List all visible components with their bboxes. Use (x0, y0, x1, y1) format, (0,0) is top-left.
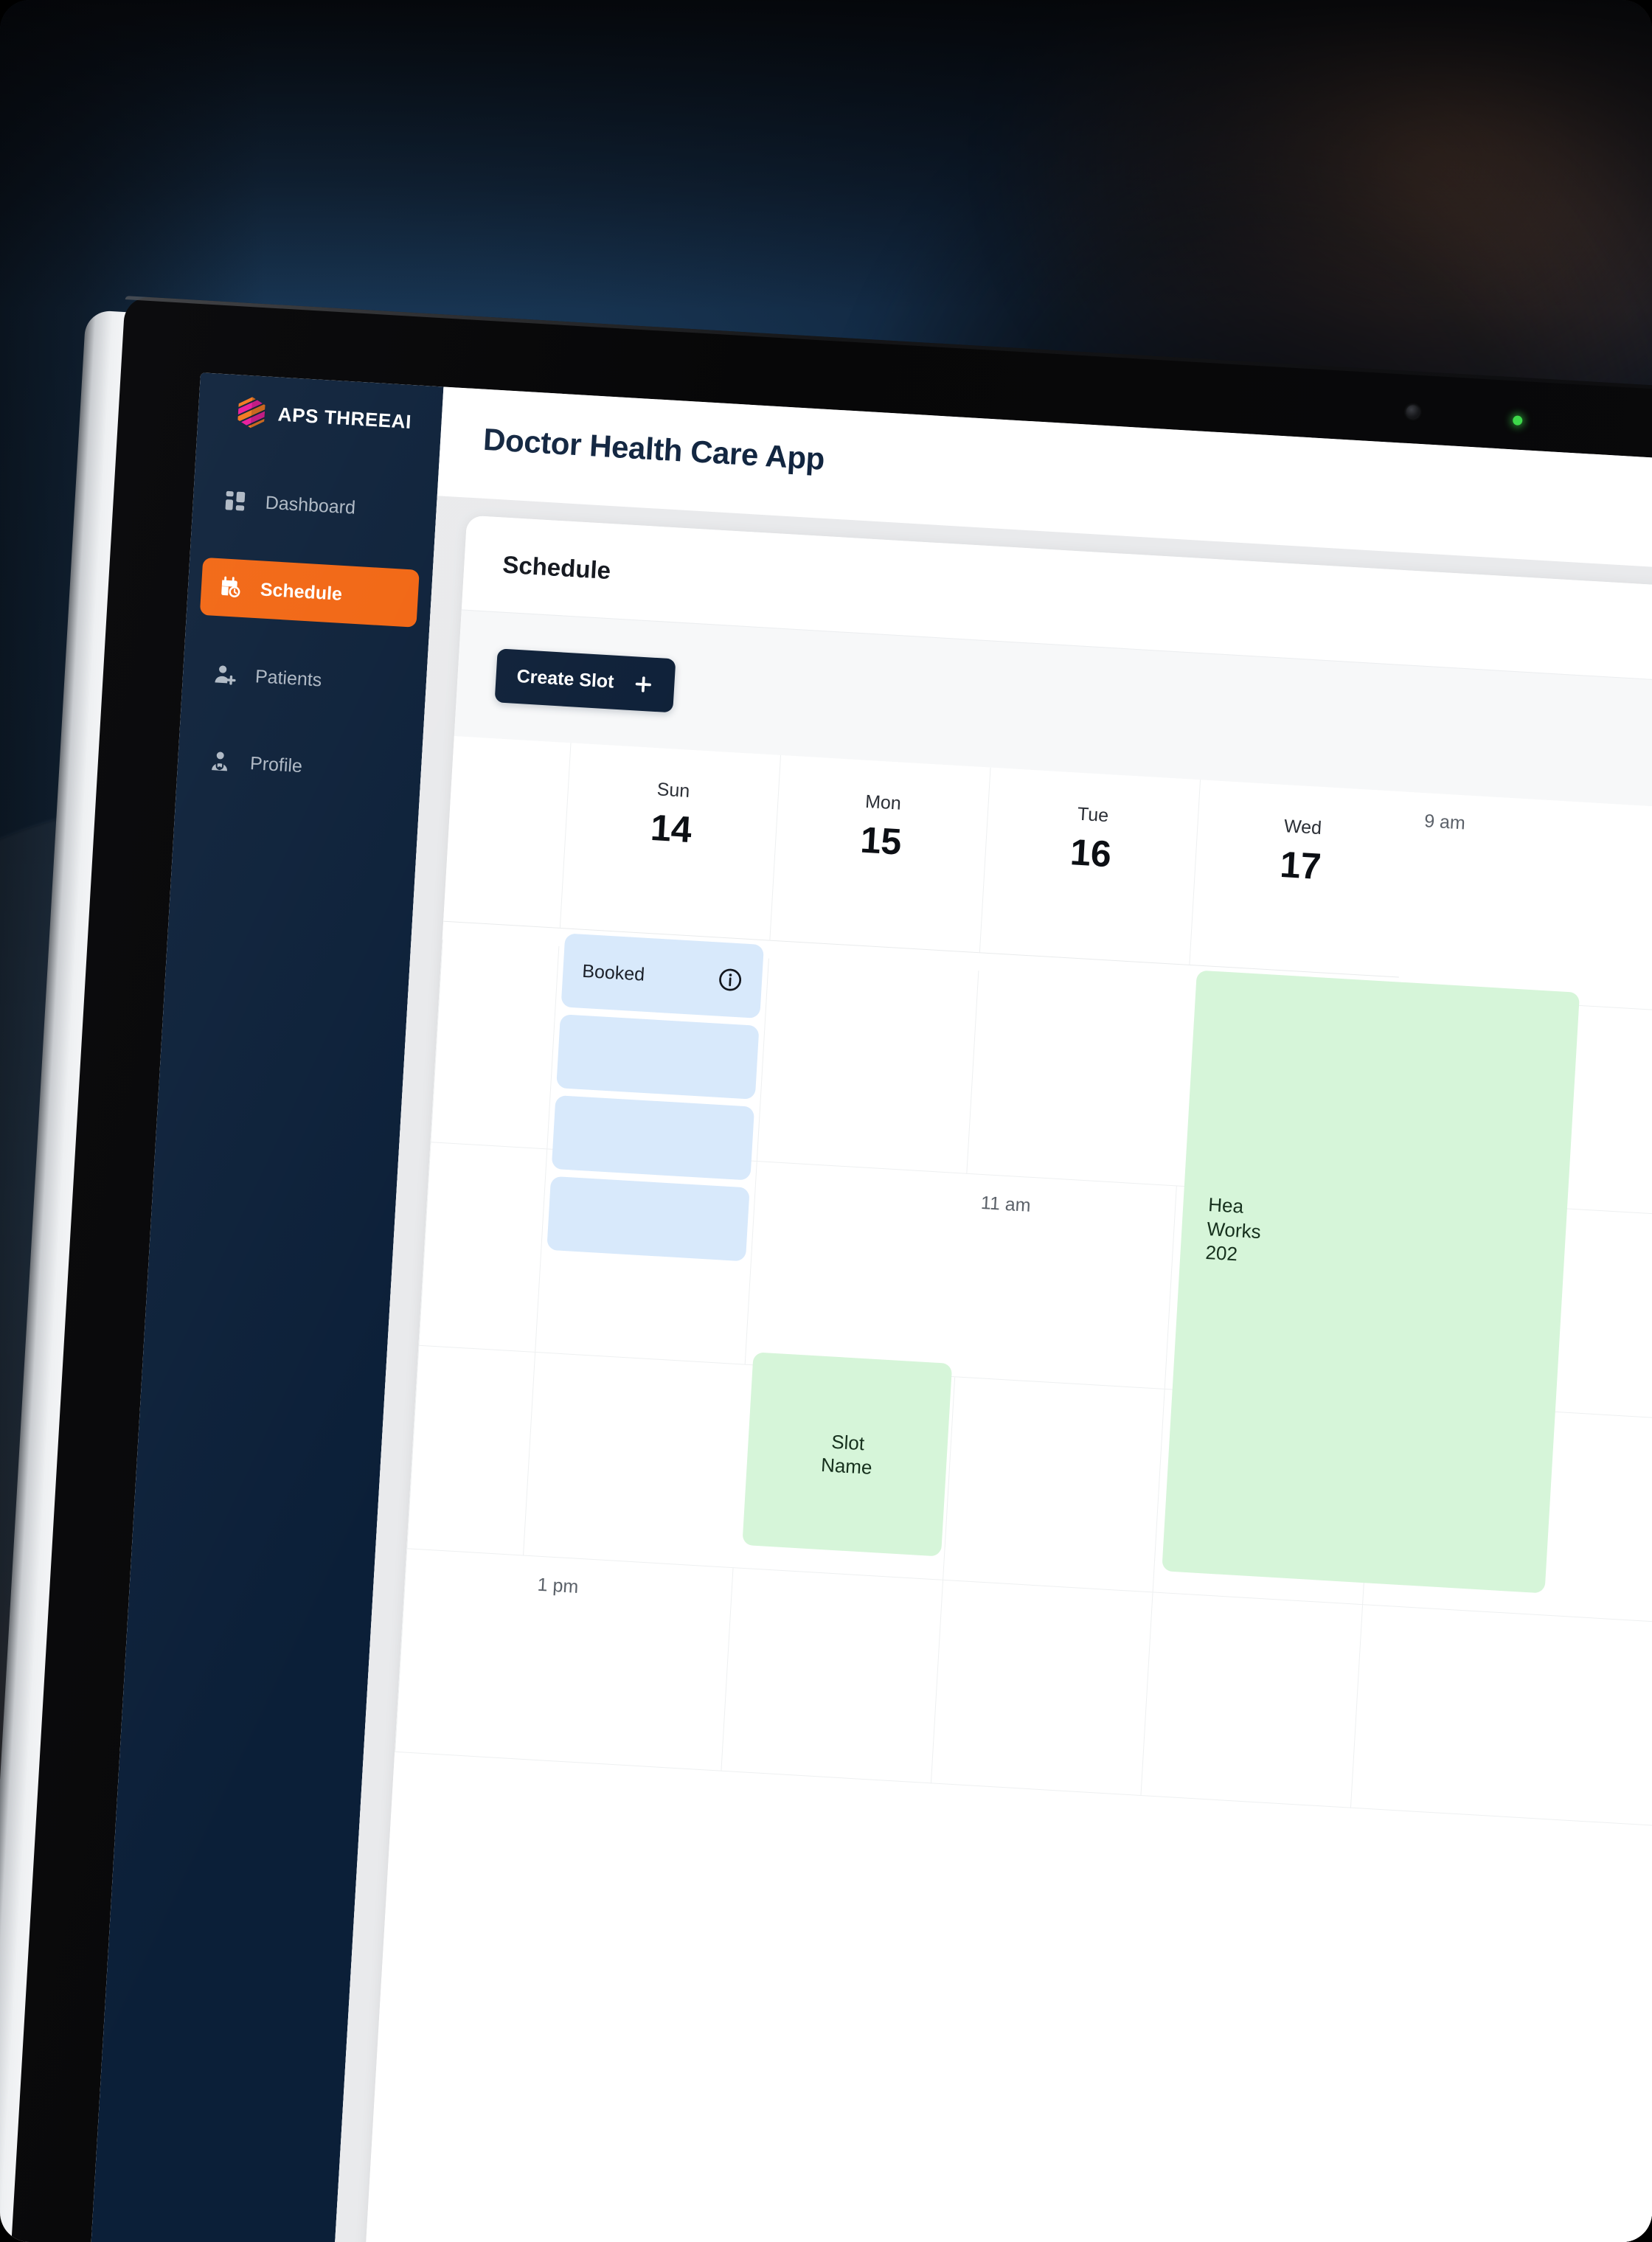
calendar-corner-cell (443, 736, 571, 929)
time-label: 9 am (1423, 811, 1466, 834)
sidebar-item-label: Schedule (260, 578, 343, 605)
schedule-card: Schedule Create Slot Sun 14 Mon 15 Tue 1… (353, 515, 1652, 2242)
calendar-cell[interactable] (430, 939, 559, 1150)
day-header-tue[interactable]: Tue 16 (979, 767, 1201, 965)
day-of-week-label: Mon (864, 791, 902, 814)
event-label: Booked (581, 960, 645, 985)
event-label-block: Slot Name (742, 1352, 952, 1556)
day-number-label: 16 (1069, 831, 1113, 875)
sidebar-item-patients[interactable]: Patients (195, 645, 414, 715)
sidebar-item-dashboard[interactable]: Dashboard (205, 471, 425, 541)
time-row-label: 11 am (954, 1173, 1176, 1389)
sidebar-item-label: Profile (249, 752, 303, 777)
event-empty-slot[interactable] (556, 1014, 760, 1100)
scene: APS THREEAI Dashboard Schedule Patients … (0, 0, 1652, 2242)
event-label-line-2: Name (820, 1453, 873, 1479)
calendar-cell[interactable] (930, 1580, 1153, 1796)
brand[interactable]: APS THREEAI (236, 395, 413, 438)
sidebar-item-label: Patients (254, 665, 323, 690)
day-of-week-label: Wed (1283, 816, 1322, 839)
event-label-block: Hea Works 202 (1162, 971, 1580, 1594)
create-slot-label: Create Slot (516, 665, 615, 693)
event-label-line-2: Works (1206, 1217, 1262, 1243)
day-number-label: 17 (1279, 843, 1322, 888)
info-circle-icon[interactable] (717, 967, 743, 993)
event-slot-name[interactable]: Slot Name (742, 1352, 953, 1557)
screen: APS THREEAI Dashboard Schedule Patients … (80, 372, 1652, 2242)
day-number-label: 15 (859, 819, 903, 863)
event-health-workshop[interactable]: Hea Works 202 (1162, 970, 1580, 1594)
calendar-cell[interactable] (406, 1345, 535, 1556)
calendar-cell[interactable] (966, 971, 1188, 1187)
brand-name: APS THREEAI (277, 402, 412, 433)
main-content: Doctor Health Care App Schedule Create S… (322, 386, 1652, 2242)
event-label-line-3: 202 (1204, 1240, 1238, 1266)
day-header-mon[interactable]: Mon 15 (769, 755, 990, 954)
event-empty-slot[interactable] (551, 1094, 755, 1181)
dashboard-grid-icon (222, 487, 249, 514)
event-label-line-1: Hea (1207, 1193, 1244, 1218)
calendar: Sun 14 Mon 15 Tue 16 Wed 17 9 am 11 am 1… (353, 736, 1652, 2242)
day-header-sun[interactable]: Sun 14 (559, 743, 781, 941)
day-header-wed[interactable]: Wed 17 (1189, 780, 1410, 978)
day-of-week-label: Tue (1077, 803, 1109, 827)
sidebar-nav: Dashboard Schedule Patients Profile (175, 470, 438, 831)
create-slot-button[interactable]: Create Slot (494, 648, 676, 713)
calendar-cell[interactable] (1350, 1605, 1652, 1836)
time-label: 11 am (980, 1192, 1032, 1216)
doctor-profile-icon (206, 749, 233, 775)
calendar-cell[interactable] (1140, 1592, 1363, 1808)
laptop-device: APS THREEAI Dashboard Schedule Patients … (0, 294, 1652, 2242)
event-empty-slot[interactable] (546, 1176, 750, 1262)
time-label: 1 pm (536, 1574, 580, 1597)
cube-logo-icon (236, 395, 268, 429)
sidebar-item-schedule[interactable]: Schedule (199, 557, 420, 628)
user-plus-icon (212, 662, 238, 688)
calendar-cell[interactable] (721, 1568, 943, 1784)
calendar-cell[interactable] (744, 1162, 967, 1378)
sidebar-item-profile[interactable]: Profile (190, 731, 409, 801)
calendar-cell[interactable] (523, 1352, 745, 1569)
calendar-cell[interactable] (943, 1377, 1165, 1593)
calendar-clock-icon (217, 575, 243, 601)
calendar-cell[interactable] (756, 958, 979, 1174)
calendar-cell[interactable] (395, 1549, 524, 1759)
day-number-label: 14 (649, 806, 693, 851)
sidebar-item-label: Dashboard (265, 492, 356, 518)
plus-icon (633, 673, 655, 695)
day-of-week-label: Sun (656, 779, 691, 802)
calendar-cell[interactable] (418, 1142, 547, 1353)
event-label-line-1: Slot (830, 1430, 865, 1454)
page-title: Doctor Health Care App (482, 421, 826, 476)
event-booked[interactable]: Booked (560, 933, 764, 1018)
time-row-label: 1 pm (510, 1555, 733, 1771)
